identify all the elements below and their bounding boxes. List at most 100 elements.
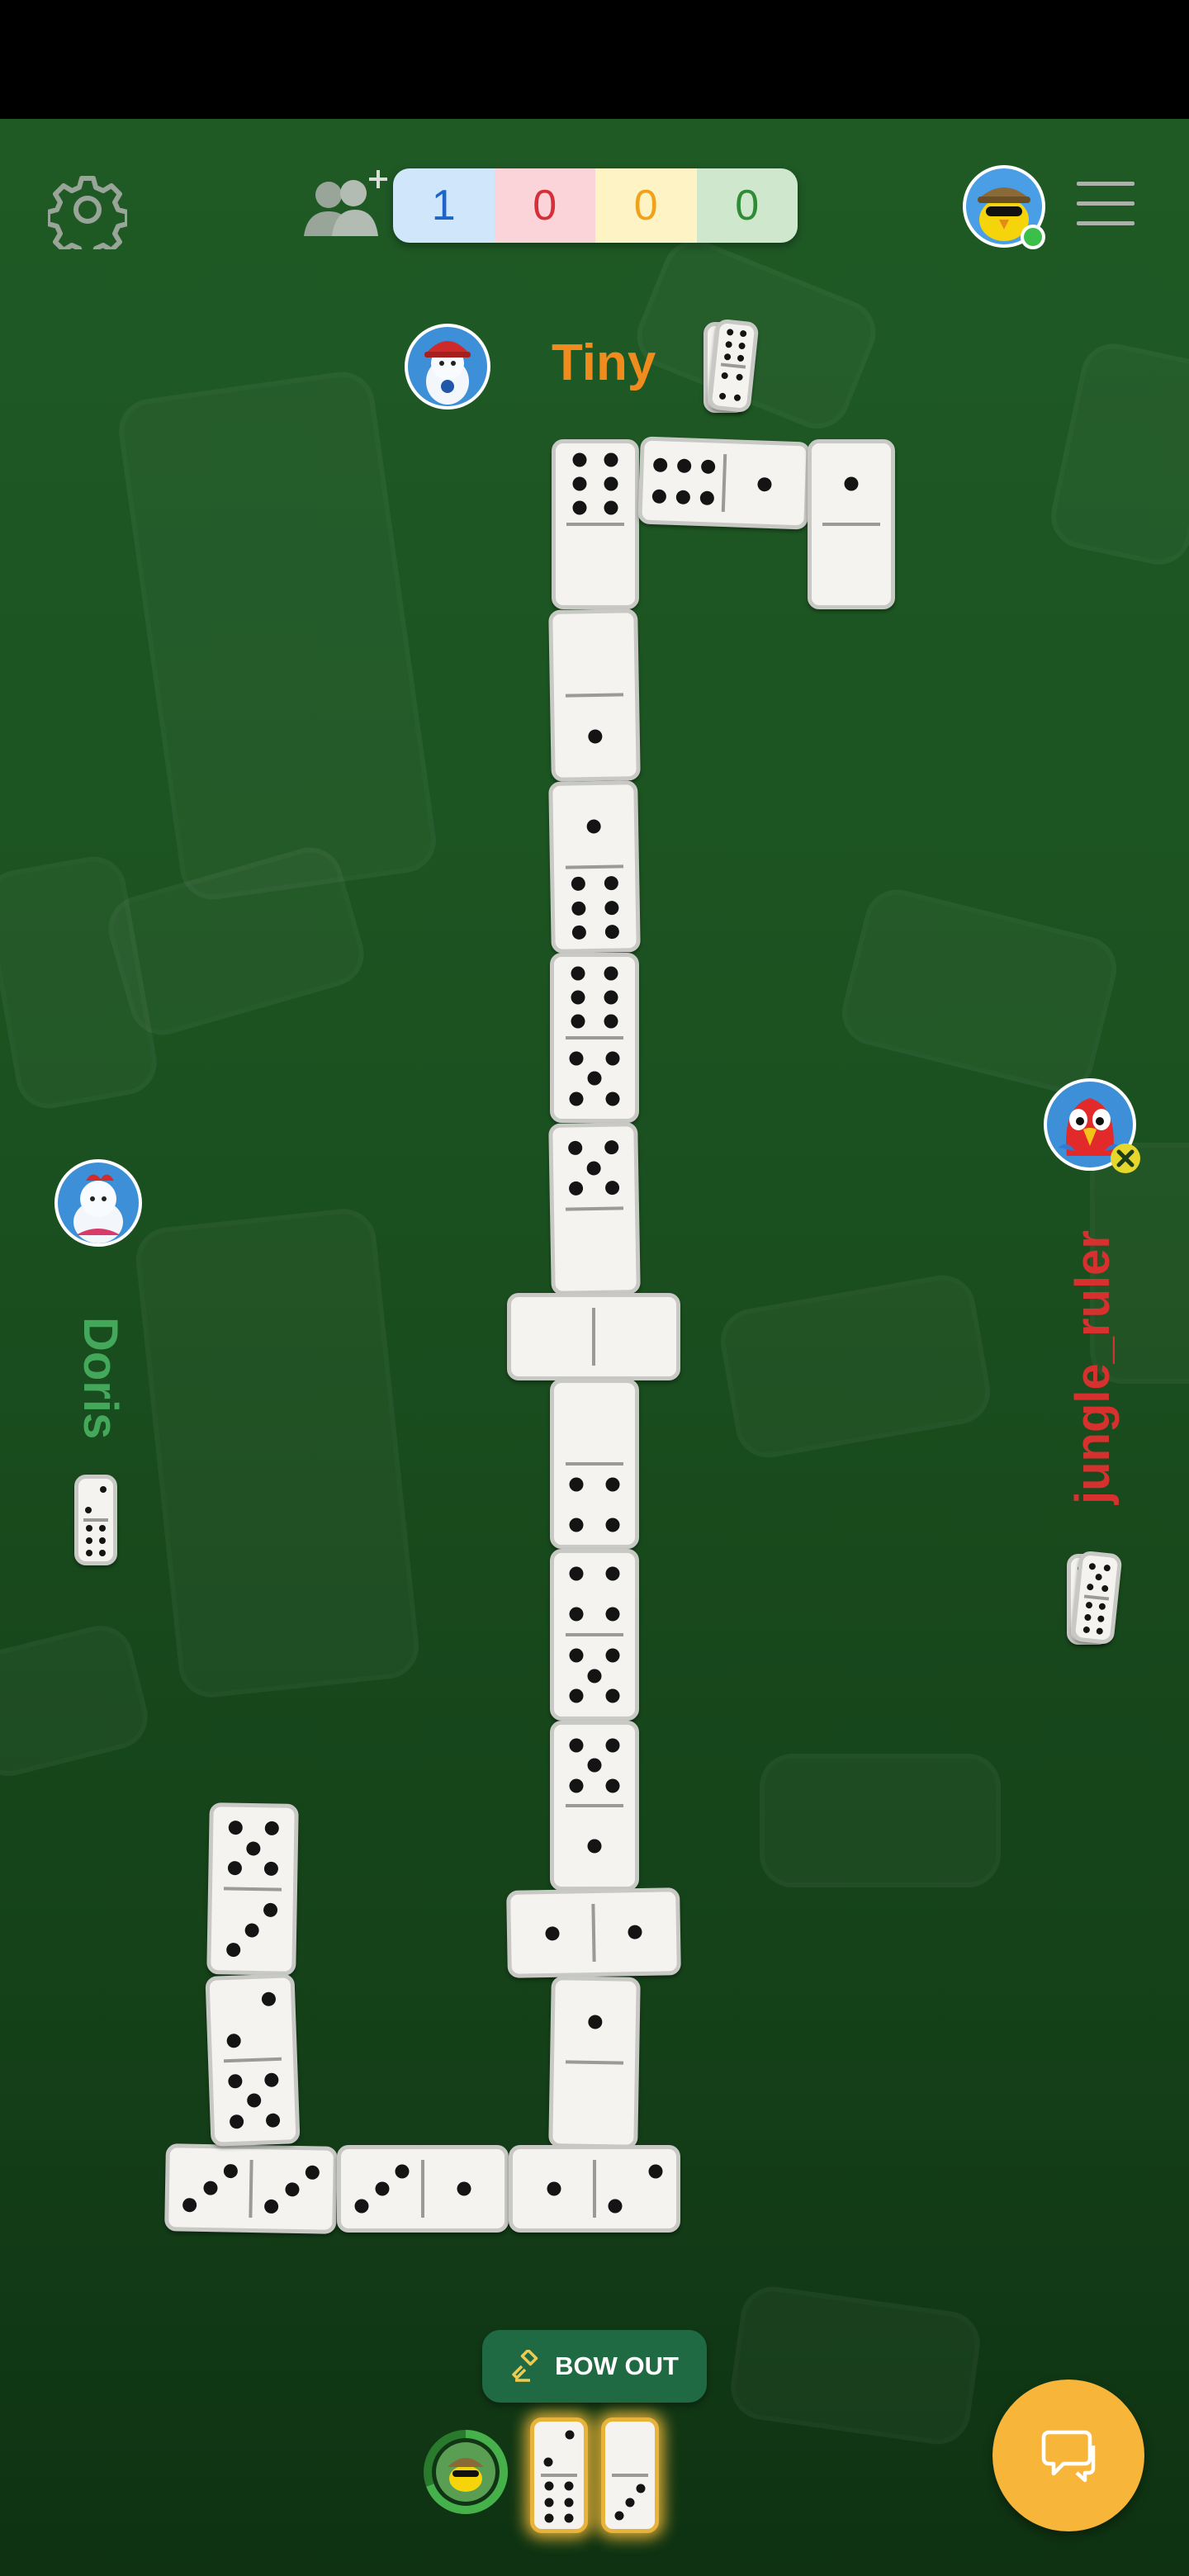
- pip: [1095, 1573, 1103, 1581]
- status-bar: [0, 0, 1189, 119]
- pip: [263, 2199, 279, 2214]
- pip: [604, 476, 618, 491]
- pip: [564, 2481, 574, 2491]
- pip: [263, 2072, 279, 2087]
- pip: [569, 1738, 584, 1752]
- pip: [724, 340, 732, 348]
- domino-half: [552, 613, 635, 696]
- background-domino: [716, 1270, 996, 1462]
- domino-half: [605, 2475, 655, 2529]
- pip: [588, 728, 603, 744]
- board-domino: [550, 1549, 639, 1721]
- pip: [733, 393, 741, 401]
- background-domino: [133, 1205, 422, 1700]
- board-domino: [548, 1976, 641, 2149]
- pip: [586, 1160, 601, 1176]
- pip: [569, 1607, 584, 1622]
- pip: [565, 2430, 575, 2440]
- domino-half: [534, 2422, 584, 2475]
- pip: [263, 1861, 278, 1877]
- player-name-right: jungle_ruler: [1066, 1230, 1120, 1504]
- online-status-dot: [1021, 225, 1045, 249]
- domino-half: [554, 1383, 635, 1464]
- board-domino: [808, 439, 895, 609]
- domino-half: [554, 1038, 635, 1119]
- domino-half: [250, 2149, 334, 2230]
- pip: [544, 2513, 554, 2523]
- background-domino: [727, 2282, 984, 2448]
- background-domino: [835, 883, 1123, 1099]
- pip: [230, 2114, 244, 2129]
- pip: [605, 1566, 620, 1581]
- pip: [605, 1477, 620, 1491]
- domino-half: [716, 323, 755, 367]
- pip: [99, 1550, 107, 1556]
- pip: [587, 1669, 602, 1683]
- player-name-top: Tiny: [552, 334, 656, 391]
- domino-half: [554, 1806, 635, 1887]
- pip: [1103, 1564, 1111, 1572]
- pip: [1082, 1626, 1090, 1634]
- score-team-2: 0: [494, 168, 595, 243]
- pip: [608, 2199, 623, 2214]
- board-domino: [550, 1379, 639, 1549]
- background-domino: [1045, 338, 1189, 571]
- player-avatar-left: [54, 1159, 142, 1247]
- gear-icon[interactable]: [45, 170, 130, 260]
- pip: [85, 1525, 92, 1532]
- pip: [676, 458, 692, 473]
- pip: [569, 1051, 584, 1065]
- pip: [99, 1537, 107, 1544]
- chat-button[interactable]: [992, 2379, 1144, 2531]
- add-friends-icon[interactable]: [299, 165, 391, 244]
- hand-domino[interactable]: [530, 2417, 588, 2533]
- pip: [246, 2093, 262, 2108]
- score-team-1: 1: [393, 168, 495, 243]
- pip: [569, 1688, 584, 1703]
- board-domino: [637, 436, 811, 530]
- pip: [587, 1839, 602, 1854]
- board-domino: [550, 1721, 639, 1891]
- pip: [85, 1550, 92, 1556]
- pip: [1086, 1583, 1094, 1590]
- pip: [572, 476, 587, 491]
- pip: [223, 2163, 239, 2179]
- pip: [568, 1140, 583, 1155]
- pip: [604, 452, 618, 467]
- domino-half: [552, 784, 635, 868]
- domino-half: [78, 1520, 113, 1561]
- pip: [100, 1485, 107, 1493]
- pip: [228, 1861, 243, 1876]
- pip: [226, 2033, 242, 2048]
- pip: [375, 2181, 389, 2196]
- board-domino: [507, 1293, 680, 1380]
- pip: [587, 1758, 602, 1773]
- pip: [564, 2498, 574, 2507]
- bow-out-button[interactable]: BOW OUT: [482, 2330, 707, 2403]
- pip: [571, 1014, 585, 1029]
- board-domino: [506, 1887, 681, 1978]
- pip: [605, 1607, 620, 1622]
- pip: [229, 1820, 244, 1835]
- board-domino: [509, 2145, 680, 2233]
- domino-half: [593, 1892, 677, 1972]
- domino-half: [554, 1635, 635, 1717]
- pip: [701, 459, 716, 474]
- pip: [244, 1922, 259, 1938]
- hand-domino[interactable]: [601, 2417, 659, 2533]
- pip: [614, 2511, 624, 2521]
- domino-half: [554, 1980, 637, 2063]
- disconnected-icon: [1110, 1143, 1141, 1174]
- pip: [263, 1902, 277, 1917]
- opponent-domino: [74, 1475, 117, 1565]
- pip: [628, 1925, 642, 1939]
- pip: [738, 342, 746, 350]
- pip: [605, 1051, 620, 1065]
- domino-half: [1075, 1596, 1114, 1641]
- pip: [604, 1139, 618, 1155]
- hamburger-menu-icon[interactable]: [1075, 177, 1136, 231]
- domino-half: [812, 443, 891, 524]
- domino-half: [513, 2149, 594, 2228]
- pip: [305, 2165, 320, 2180]
- pip: [569, 1518, 584, 1532]
